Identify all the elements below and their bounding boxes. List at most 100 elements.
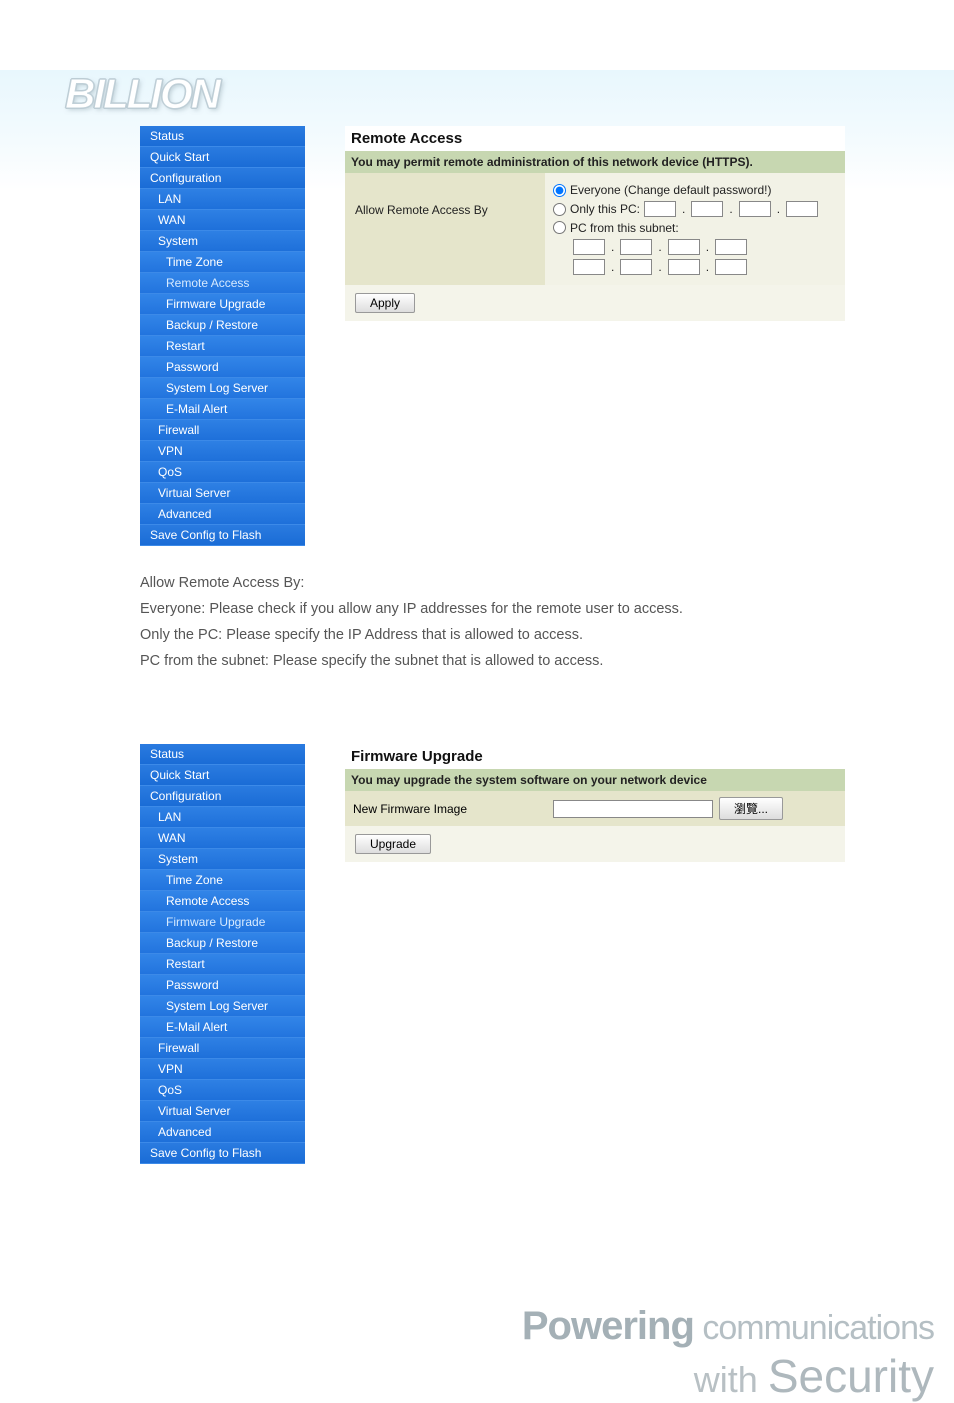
- sidebar-item-firewall[interactable]: Firewall: [140, 420, 305, 441]
- subnet-mask-row: . . .: [573, 259, 837, 275]
- dot-icon: .: [609, 240, 616, 254]
- dot-icon: .: [656, 240, 663, 254]
- firmware-row-label: New Firmware Image: [353, 802, 553, 816]
- subnet-mask-1[interactable]: [573, 259, 605, 275]
- sidebar-item-save-config[interactable]: Save Config to Flash: [140, 525, 305, 546]
- sidebar-item-system[interactable]: System: [140, 849, 305, 870]
- sidebar-item-backup-restore[interactable]: Backup / Restore: [140, 933, 305, 954]
- sidebar-item-advanced[interactable]: Advanced: [140, 1122, 305, 1143]
- sidebar-item-lan[interactable]: LAN: [140, 807, 305, 828]
- subnet-ip-1[interactable]: [573, 239, 605, 255]
- sidebar-item-virtual-server[interactable]: Virtual Server: [140, 1101, 305, 1122]
- access-options: Everyone (Change default password!) Only…: [545, 173, 845, 285]
- sidebar-item-qos[interactable]: QoS: [140, 1080, 305, 1101]
- radio-subnet[interactable]: [553, 221, 566, 234]
- subnet-ip-2[interactable]: [620, 239, 652, 255]
- sidebar-item-time-zone[interactable]: Time Zone: [140, 252, 305, 273]
- footer-security: Security: [768, 1350, 934, 1402]
- sidebar-item-status[interactable]: Status: [140, 744, 305, 765]
- sidebar-item-lan[interactable]: LAN: [140, 189, 305, 210]
- opt-subnet-label: PC from this subnet:: [570, 221, 679, 235]
- sidebar-item-backup-restore[interactable]: Backup / Restore: [140, 315, 305, 336]
- panel-title: Remote Access: [345, 126, 845, 151]
- sidebar-item-password[interactable]: Password: [140, 975, 305, 996]
- subnet-mask-3[interactable]: [668, 259, 700, 275]
- firmware-image-row: New Firmware Image 瀏覽...: [345, 791, 845, 826]
- screenshot-firmware-upgrade: Status Quick Start Configuration LAN WAN…: [140, 744, 954, 1164]
- sidebar-item-qos[interactable]: QoS: [140, 462, 305, 483]
- only-pc-ip-4[interactable]: [786, 201, 818, 217]
- sidebar-item-save-config[interactable]: Save Config to Flash: [140, 1143, 305, 1164]
- dot-icon: .: [704, 260, 711, 274]
- subnet-ip-row: . . .: [573, 239, 837, 255]
- only-pc-ip-1[interactable]: [644, 201, 676, 217]
- subnet-ip-4[interactable]: [715, 239, 747, 255]
- desc-subnet: PC from the subnet: Please specify the s…: [140, 648, 954, 674]
- apply-button[interactable]: Apply: [355, 293, 415, 313]
- sidebar-item-firmware-upgrade[interactable]: Firmware Upgrade: [140, 294, 305, 315]
- sidebar-item-email-alert[interactable]: E-Mail Alert: [140, 399, 305, 420]
- description-block: Allow Remote Access By: Everyone: Please…: [140, 570, 954, 674]
- radio-only-pc[interactable]: [553, 203, 566, 216]
- panel-subtitle: You may upgrade the system software on y…: [345, 769, 845, 791]
- firmware-upgrade-panel: Firmware Upgrade You may upgrade the sys…: [345, 744, 845, 862]
- panel-title: Firmware Upgrade: [345, 744, 845, 769]
- sidebar-item-firmware-upgrade[interactable]: Firmware Upgrade: [140, 912, 305, 933]
- opt-only-pc[interactable]: Only this PC: . . .: [553, 201, 837, 217]
- footer-communications: communications: [702, 1309, 934, 1347]
- sidebar-item-quick-start[interactable]: Quick Start: [140, 765, 305, 786]
- sidebar-item-password[interactable]: Password: [140, 357, 305, 378]
- subnet-mask-4[interactable]: [715, 259, 747, 275]
- radio-everyone[interactable]: [553, 184, 566, 197]
- sidebar-item-advanced[interactable]: Advanced: [140, 504, 305, 525]
- dot-icon: .: [775, 202, 782, 216]
- panel-subtitle: You may permit remote administration of …: [345, 151, 845, 173]
- sidebar-item-wan[interactable]: WAN: [140, 828, 305, 849]
- opt-subnet[interactable]: PC from this subnet:: [553, 221, 837, 235]
- footer-powering: Powering: [522, 1304, 694, 1348]
- footer-with: with: [694, 1359, 758, 1400]
- opt-only-pc-label: Only this PC:: [570, 202, 640, 216]
- opt-everyone[interactable]: Everyone (Change default password!): [553, 183, 837, 197]
- sidebar-item-virtual-server[interactable]: Virtual Server: [140, 483, 305, 504]
- desc-heading: Allow Remote Access By:: [140, 570, 954, 596]
- desc-everyone: Everyone: Please check if you allow any …: [140, 596, 954, 622]
- dot-icon: .: [656, 260, 663, 274]
- dot-icon: .: [727, 202, 734, 216]
- sidebar-item-firewall[interactable]: Firewall: [140, 1038, 305, 1059]
- sidebar-item-restart[interactable]: Restart: [140, 954, 305, 975]
- sidebar-item-vpn[interactable]: VPN: [140, 1059, 305, 1080]
- sidebar-item-email-alert[interactable]: E-Mail Alert: [140, 1017, 305, 1038]
- browse-button[interactable]: 瀏覽...: [719, 797, 783, 820]
- row-label: Allow Remote Access By: [345, 173, 545, 247]
- sidebar-item-system-log-server[interactable]: System Log Server: [140, 378, 305, 399]
- dot-icon: .: [680, 202, 687, 216]
- sidebar-item-remote-access[interactable]: Remote Access: [140, 273, 305, 294]
- sidebar-nav: Status Quick Start Configuration LAN WAN…: [140, 126, 305, 546]
- only-pc-ip-3[interactable]: [739, 201, 771, 217]
- sidebar-item-restart[interactable]: Restart: [140, 336, 305, 357]
- subnet-ip-3[interactable]: [668, 239, 700, 255]
- desc-only-pc: Only the PC: Please specify the IP Addre…: [140, 622, 954, 648]
- sidebar-item-quick-start[interactable]: Quick Start: [140, 147, 305, 168]
- footer-line-1: Powering communications: [0, 1304, 934, 1349]
- sidebar-item-vpn[interactable]: VPN: [140, 441, 305, 462]
- remote-access-panel: Remote Access You may permit remote admi…: [345, 126, 845, 321]
- sidebar-item-time-zone[interactable]: Time Zone: [140, 870, 305, 891]
- sidebar-item-configuration[interactable]: Configuration: [140, 786, 305, 807]
- apply-row: Apply: [345, 285, 845, 321]
- upgrade-button[interactable]: Upgrade: [355, 834, 431, 854]
- sidebar-item-configuration[interactable]: Configuration: [140, 168, 305, 189]
- footer-line-2: with Security: [0, 1349, 934, 1403]
- brand-logo: BILLION: [65, 70, 954, 118]
- sidebar-item-wan[interactable]: WAN: [140, 210, 305, 231]
- sidebar-nav-2: Status Quick Start Configuration LAN WAN…: [140, 744, 305, 1164]
- subnet-mask-2[interactable]: [620, 259, 652, 275]
- sidebar-item-status[interactable]: Status: [140, 126, 305, 147]
- sidebar-item-system-log-server[interactable]: System Log Server: [140, 996, 305, 1017]
- firmware-path-input[interactable]: [553, 800, 713, 818]
- allow-access-row: Allow Remote Access By Everyone (Change …: [345, 173, 845, 285]
- sidebar-item-system[interactable]: System: [140, 231, 305, 252]
- sidebar-item-remote-access[interactable]: Remote Access: [140, 891, 305, 912]
- only-pc-ip-2[interactable]: [691, 201, 723, 217]
